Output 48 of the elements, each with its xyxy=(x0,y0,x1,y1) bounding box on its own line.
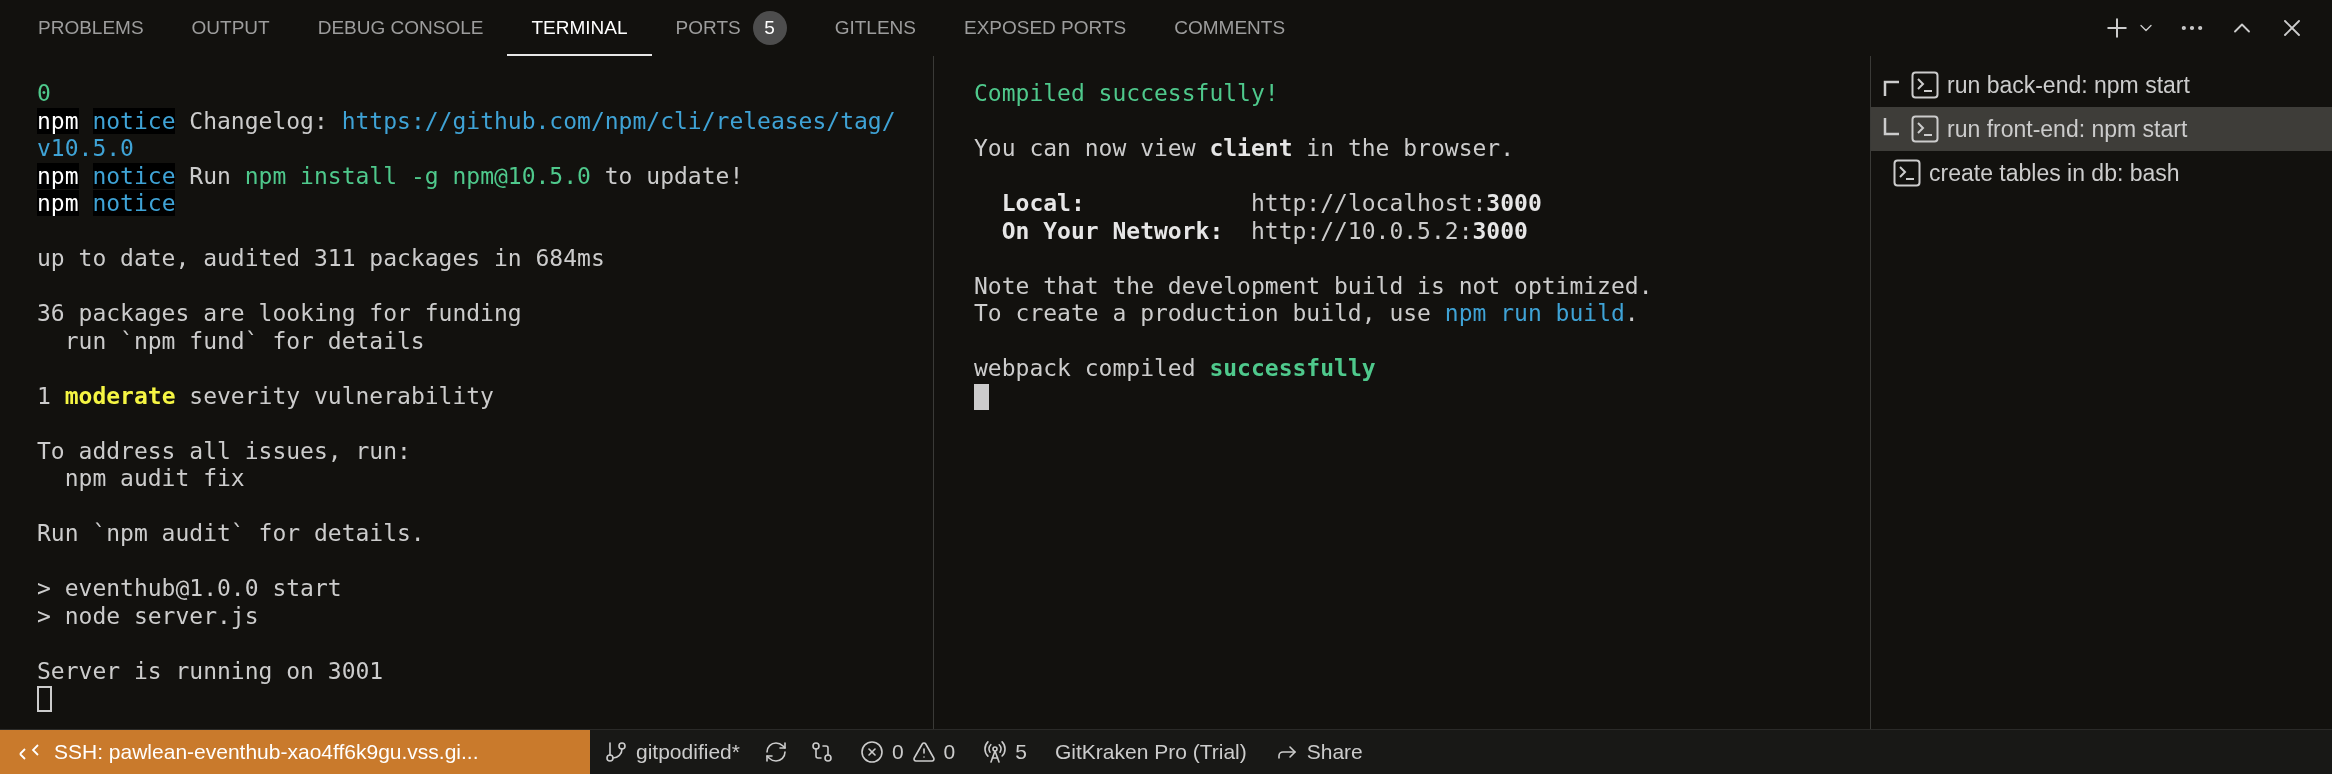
terminal-line: > node server.js xyxy=(37,602,260,630)
terminal-line: 36 packages are looking for funding xyxy=(37,300,523,328)
panel-tab[interactable]: PROBLEMS xyxy=(14,0,168,56)
terminal-line: Local: http://localhost:3000 xyxy=(1000,190,1543,218)
panel-tab[interactable]: COMMENTS xyxy=(1150,0,1310,56)
terminal-line: npm notice Changelog: https://github.com/npm/cli/releases/tag/ xyxy=(37,107,897,135)
terminal-list-item[interactable]: run back-end: npm start xyxy=(1871,63,2332,107)
terminal-line: 1 moderate severity vulnerability xyxy=(37,382,495,410)
terminal-line: up to date, audited 311 packages in 684ms xyxy=(37,245,606,273)
panel-tab[interactable]: DEBUG CONSOLE xyxy=(293,0,508,56)
terminal-line: webpack compiled successfully xyxy=(974,355,1377,383)
count-badge: 5 xyxy=(752,11,787,45)
terminal-list-item[interactable]: create tables in db: bash xyxy=(1871,151,2332,195)
panel-tab[interactable]: EXPOSED PORTS xyxy=(939,0,1151,56)
terminal-icon xyxy=(1911,115,1939,143)
terminal-line: Compiled successfully! xyxy=(974,80,1280,108)
ports-item[interactable]: 5 xyxy=(969,740,1041,764)
error-count: 0 xyxy=(891,740,904,764)
problems-item[interactable]: 0 0 xyxy=(845,740,970,764)
terminal-line: npm audit fix xyxy=(63,465,246,493)
panel-tab[interactable]: GITLENS xyxy=(810,0,940,56)
terminal-line: v10.5.0 xyxy=(37,135,135,163)
account-item[interactable]: GitKraken Pro (Trial) xyxy=(1041,740,1261,764)
terminal-line: npm notice Run npm install -g npm@10.5.0 to update! xyxy=(37,162,745,190)
terminal-line: To create a production build, use npm run build. xyxy=(974,300,1640,328)
terminal-line: Server is running on 3001 xyxy=(37,657,385,685)
terminal-line: You can now view client in the browser. xyxy=(974,135,1516,163)
terminal-list-item[interactable]: run front-end: npm start xyxy=(1871,107,2332,151)
terminal-line: Run `npm audit` for details. xyxy=(37,520,426,548)
terminal-line: > eventhub@1.0.0 start xyxy=(37,575,343,603)
panel-tab[interactable]: OUTPUT xyxy=(167,0,294,56)
terminal-line: 0 xyxy=(37,80,52,108)
terminal-line: run `npm fund` for details xyxy=(63,327,426,355)
panel-tab[interactable]: PORTS 5 xyxy=(651,0,811,56)
terminal-line: To address all issues, run: xyxy=(37,437,412,465)
terminal-icon xyxy=(1911,71,1939,99)
antenna-icon xyxy=(983,740,1008,764)
error-icon xyxy=(859,740,884,764)
branch-icon xyxy=(604,740,628,764)
warning-icon xyxy=(911,740,936,764)
terminal-icon xyxy=(1893,159,1921,187)
share-item[interactable]: Share xyxy=(1260,740,1377,764)
panel-tab[interactable]: TERMINAL xyxy=(507,0,652,56)
branch-item[interactable]: gitpodified* xyxy=(590,740,754,764)
terminal-line: npm notice xyxy=(37,190,177,218)
terminal-line: Note that the development build is not optimized. xyxy=(974,272,1654,300)
warning-count: 0 xyxy=(943,740,956,764)
terminal-line: On Your Network: http://10.0.5.2:3000 xyxy=(1000,217,1529,245)
